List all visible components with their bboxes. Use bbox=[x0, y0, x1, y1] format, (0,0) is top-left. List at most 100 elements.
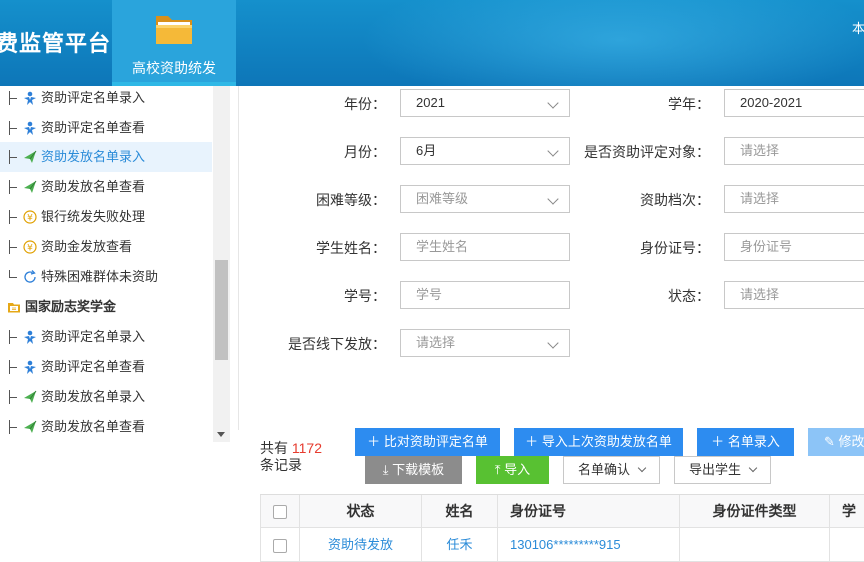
header-right-text: 本 bbox=[852, 21, 864, 36]
sidebar-item-fund-view[interactable]: ¥ 资助金发放查看 bbox=[0, 232, 212, 262]
sidebar-item-eval-entry-2[interactable]: 资助评定名单录入 bbox=[0, 322, 212, 352]
sidebar-item-label: 资助评定名单查看 bbox=[41, 359, 146, 374]
row-checkbox[interactable] bbox=[273, 538, 287, 553]
platform-title: 费监管平台 bbox=[0, 31, 112, 56]
status-label: 状态： bbox=[668, 288, 710, 304]
nav-tab-university-aid[interactable]: 高校资助统发 bbox=[112, 0, 236, 86]
send-icon bbox=[24, 150, 37, 163]
chevron-down-icon bbox=[547, 337, 559, 349]
plus-icon: ＋ bbox=[711, 434, 725, 449]
student-no-input[interactable]: 学号 bbox=[400, 281, 570, 309]
sidebar-item-label: 资助评定名单录入 bbox=[41, 329, 146, 344]
column-header-status[interactable]: 状态 bbox=[300, 495, 422, 528]
header-glow bbox=[360, 0, 864, 86]
student-name-label: 学生姓名： bbox=[316, 240, 386, 256]
sidebar-item-payout-entry[interactable]: 资助发放名单录入 bbox=[0, 142, 212, 172]
sidebar-group-label: 国家励志奖学金 bbox=[25, 299, 117, 314]
record-count-number: 1172 bbox=[291, 440, 322, 456]
sidebar-item-eval-view-2[interactable]: 资助评定名单查看 bbox=[0, 352, 212, 382]
scrollbar-thumb[interactable] bbox=[215, 260, 228, 360]
student-name-input[interactable]: 学生姓名 bbox=[400, 233, 570, 261]
month-select[interactable]: 6月 bbox=[400, 137, 570, 165]
grade-label: 资助档次： bbox=[640, 192, 710, 208]
sidebar-item-label: 资助金发放查看 bbox=[41, 239, 133, 254]
sidebar-item-label: 资助发放名单录入 bbox=[41, 149, 146, 164]
record-count-prefix: 共有 bbox=[260, 440, 292, 456]
sidebar-item-eval-view[interactable]: 资助评定名单查看 bbox=[0, 113, 212, 143]
grade-placeholder: 请选择 bbox=[740, 191, 780, 206]
person-star-icon bbox=[24, 91, 36, 105]
edit-button[interactable]: ✎ 修改 bbox=[808, 428, 864, 456]
button-label: 导入 bbox=[504, 462, 531, 477]
idcard-input[interactable]: 身份证号 bbox=[724, 233, 864, 261]
sidebar-item-label: 资助发放名单查看 bbox=[41, 419, 146, 434]
year-label: 年份： bbox=[344, 96, 386, 112]
list-confirm-dropdown[interactable]: 名单确认 bbox=[563, 456, 660, 484]
sidebar-item-bank-failure[interactable]: ¥ 银行统发失败处理 bbox=[0, 202, 212, 232]
sidebar-item-payout-view[interactable]: 资助发放名单查看 bbox=[0, 172, 212, 202]
sidebar-item-label: 资助评定名单录入 bbox=[41, 90, 146, 105]
cell-idcard[interactable]: 130106*********915 bbox=[498, 528, 680, 562]
select-all-header bbox=[260, 495, 300, 528]
list-entry-button[interactable]: ＋ 名单录入 bbox=[697, 428, 794, 456]
export-students-dropdown[interactable]: 导出学生 bbox=[674, 456, 771, 484]
sidebar-item-label: 特殊困难群体未资助 bbox=[41, 269, 159, 284]
sidebar-item-label: 银行统发失败处理 bbox=[41, 209, 146, 224]
year-select[interactable]: 2021 bbox=[400, 89, 570, 117]
compare-eval-list-button[interactable]: ＋ 比对资助评定名单 bbox=[355, 428, 500, 456]
offline-select[interactable]: 请选择 bbox=[400, 329, 570, 357]
person-star-icon bbox=[24, 330, 36, 344]
send-icon bbox=[24, 420, 37, 433]
idcard-label: 身份证号： bbox=[640, 240, 710, 256]
column-header-name[interactable]: 姓名 bbox=[422, 495, 498, 528]
sidebar-item-payout-view-2[interactable]: 资助发放名单查看 bbox=[0, 412, 212, 442]
sidebar-group-national-scholarship[interactable]: 国家励志奖学金 bbox=[0, 292, 212, 322]
import-button[interactable]: ⤒ 导入 bbox=[476, 456, 549, 484]
student-no-label: 学号： bbox=[344, 288, 386, 304]
grade-select[interactable]: 请选择 bbox=[724, 185, 864, 213]
edit-icon: ✎ bbox=[824, 434, 835, 449]
import-last-list-button[interactable]: ＋ 导入上次资助发放名单 bbox=[514, 428, 683, 456]
send-icon bbox=[24, 390, 37, 403]
sidebar-item-label: 资助评定名单查看 bbox=[41, 120, 146, 135]
button-label: 比对资助评定名单 bbox=[383, 434, 488, 449]
school-year-label: 学年： bbox=[668, 96, 710, 112]
column-header-idcard[interactable]: 身份证号 bbox=[498, 495, 680, 528]
sidebar-item-special-hardship[interactable]: 特殊困难群体未资助 bbox=[0, 262, 212, 292]
chevron-down-icon bbox=[547, 193, 559, 205]
offline-label: 是否线下发放： bbox=[288, 336, 386, 352]
button-label: 下载模板 bbox=[392, 462, 445, 477]
sidebar-scrollbar[interactable] bbox=[213, 86, 230, 442]
difficulty-select[interactable]: 困难等级 bbox=[400, 185, 570, 213]
school-year-select[interactable]: 2020-2021 bbox=[724, 89, 864, 117]
plus-icon: ＋ bbox=[525, 434, 539, 449]
download-template-button[interactable]: ⤓ 下载模板 bbox=[365, 456, 462, 484]
chevron-down-icon bbox=[547, 97, 559, 109]
nav-tab-label: 高校资助统发 bbox=[132, 60, 216, 76]
eval-target-select[interactable]: 请选择 bbox=[724, 137, 864, 165]
button-label: 名单录入 bbox=[727, 434, 780, 449]
svg-text:¥: ¥ bbox=[27, 244, 33, 254]
difficulty-label: 困难等级： bbox=[316, 192, 386, 208]
column-header-extra[interactable]: 学 bbox=[830, 495, 864, 528]
scroll-down-arrow-icon[interactable] bbox=[217, 432, 225, 437]
cell-status[interactable]: 资助待发放 bbox=[300, 528, 422, 562]
cell-idtype bbox=[680, 528, 830, 562]
sidebar-item-eval-entry[interactable]: 资助评定名单录入 bbox=[0, 83, 212, 113]
offline-placeholder: 请选择 bbox=[416, 335, 456, 350]
cell-extra bbox=[830, 528, 864, 562]
column-header-idtype[interactable]: 身份证件类型 bbox=[680, 495, 830, 528]
top-header: 费监管平台 高校资助统发 本 bbox=[0, 0, 864, 86]
select-all-checkbox[interactable] bbox=[273, 505, 287, 520]
chevron-down-icon bbox=[748, 463, 758, 473]
person-star-icon bbox=[24, 121, 36, 135]
month-value: 6月 bbox=[416, 143, 437, 158]
panel-divider bbox=[238, 86, 239, 430]
record-count-suffix: 条记录 bbox=[260, 457, 302, 473]
status-select[interactable]: 请选择 bbox=[724, 281, 864, 309]
refresh-icon bbox=[24, 270, 36, 283]
folder-icon bbox=[8, 303, 20, 313]
school-year-value: 2020-2021 bbox=[740, 95, 803, 110]
cell-name[interactable]: 任禾 bbox=[422, 528, 498, 562]
sidebar-item-payout-entry-2[interactable]: 资助发放名单录入 bbox=[0, 382, 212, 412]
